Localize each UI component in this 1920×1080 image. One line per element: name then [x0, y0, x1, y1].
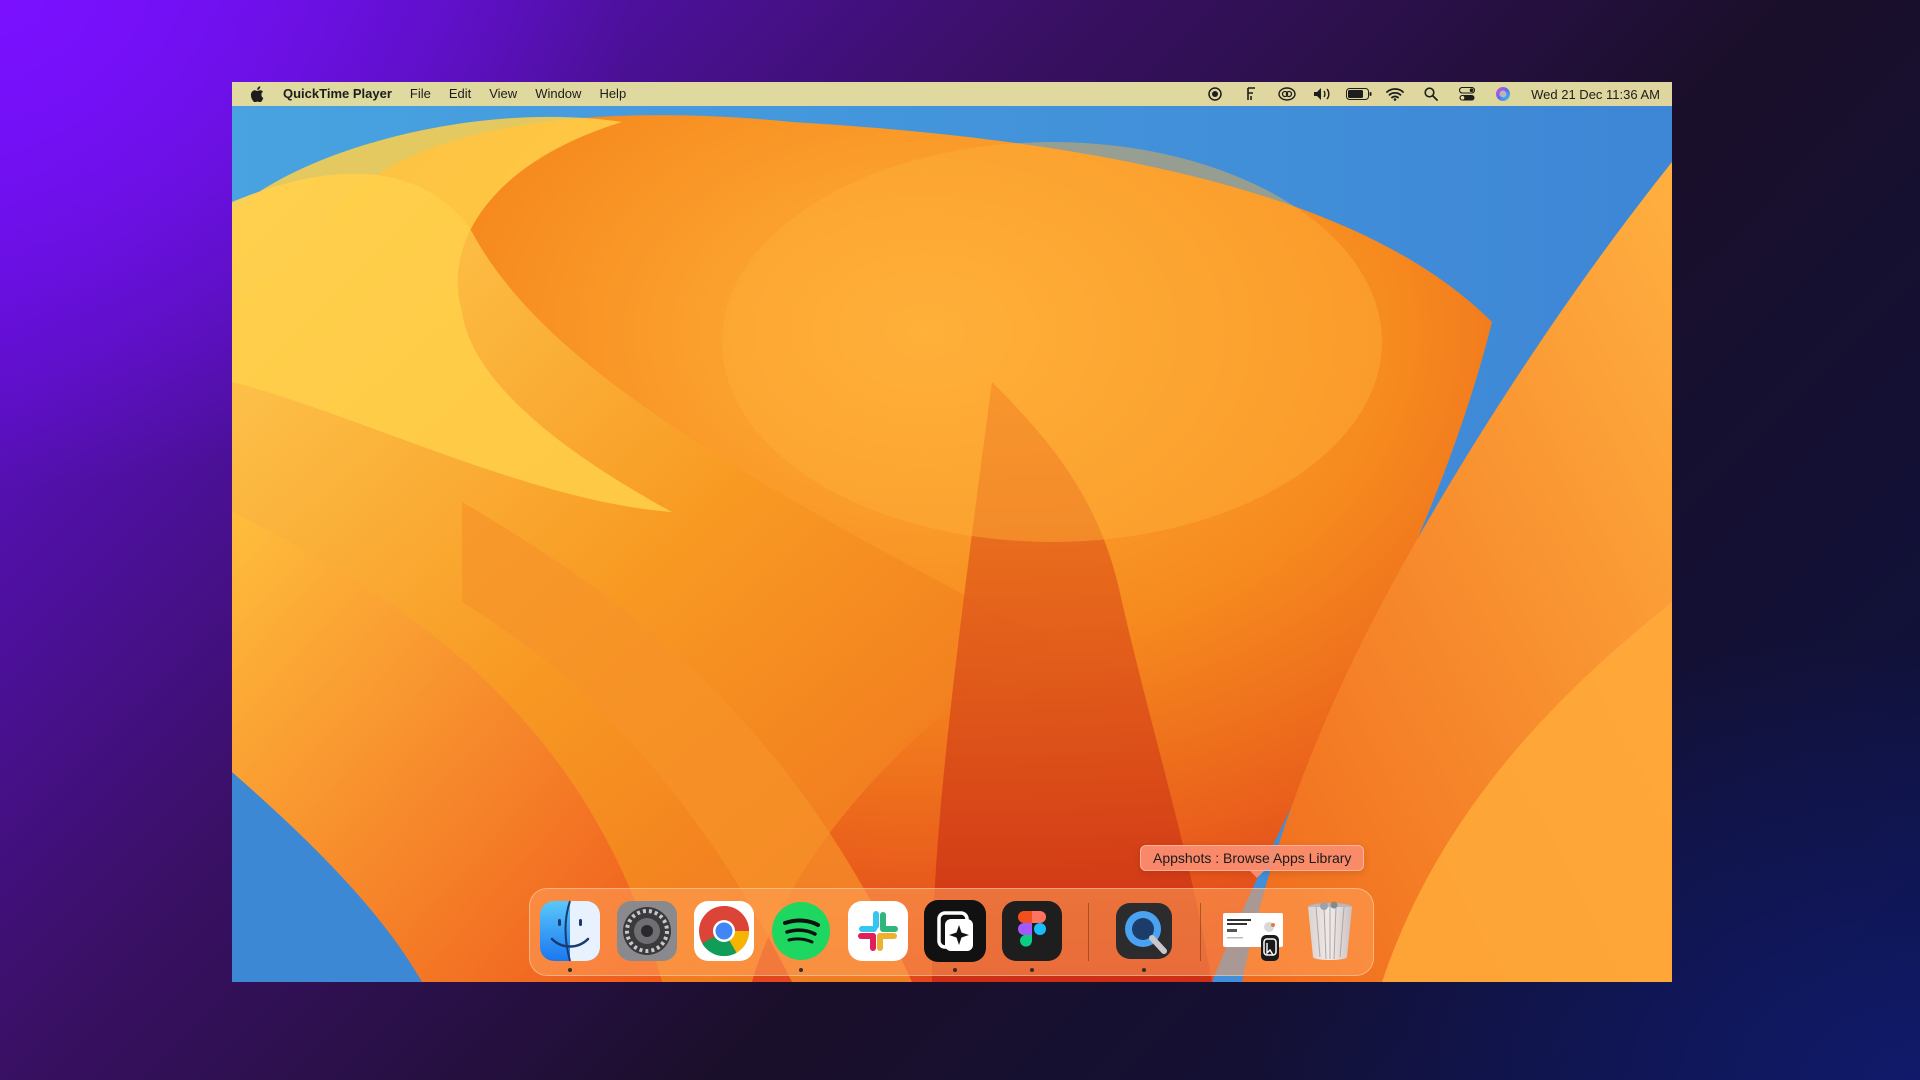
battery-icon[interactable]: [1341, 82, 1377, 106]
menu-edit[interactable]: Edit: [440, 82, 480, 106]
menu-app-name[interactable]: QuickTime Player: [274, 82, 401, 106]
finder-icon: [540, 900, 600, 962]
trash-icon: [1308, 901, 1352, 960]
wallpaper: [232, 82, 1672, 982]
dock-finder[interactable]: [538, 899, 602, 972]
menu-clock[interactable]: Wed 21 Dec 11:36 AM: [1521, 87, 1660, 102]
dock-slack[interactable]: [846, 899, 910, 963]
menu-file[interactable]: File: [401, 82, 440, 106]
siri-icon[interactable]: [1485, 82, 1521, 106]
dock-divider: [1088, 903, 1089, 961]
dock-trash[interactable]: [1298, 899, 1362, 963]
slack-icon: [848, 901, 908, 961]
menu-window[interactable]: Window: [526, 82, 590, 106]
chrome-icon: [694, 901, 754, 961]
gear-icon: [617, 901, 677, 961]
running-indicator: [568, 968, 572, 972]
control-center-icon[interactable]: [1449, 82, 1485, 106]
quicktime-icon: [1116, 903, 1172, 959]
menu-bar: QuickTime Player File Edit View Window H…: [232, 82, 1672, 106]
menu-view[interactable]: View: [480, 82, 526, 106]
spotify-icon: [772, 902, 830, 960]
dock: [529, 888, 1374, 976]
menu-help[interactable]: Help: [590, 82, 635, 106]
apple-menu-icon[interactable]: [250, 86, 274, 102]
dock-spotify[interactable]: [769, 899, 833, 972]
dock-figma[interactable]: [1000, 899, 1064, 972]
dock-tooltip-arrow: [1250, 871, 1264, 878]
desktop-screen: QuickTime Player File Edit View Window H…: [232, 82, 1672, 982]
figma-icon: [1002, 901, 1062, 961]
dock-tooltip: Appshots : Browse Apps Library: [1140, 845, 1365, 871]
running-indicator: [1142, 968, 1146, 972]
dock-divider: [1200, 903, 1201, 961]
dock-quicktime[interactable]: [1112, 899, 1176, 972]
appshots-icon: [924, 900, 986, 962]
search-icon[interactable]: [1413, 82, 1449, 106]
dock-appshots[interactable]: [923, 899, 987, 972]
record-icon[interactable]: [1197, 82, 1233, 106]
dock-system-settings[interactable]: [615, 899, 679, 963]
running-indicator: [799, 968, 803, 972]
document-thumbnail-icon: [1223, 913, 1283, 961]
volume-icon[interactable]: [1305, 82, 1341, 106]
f-icon[interactable]: [1233, 82, 1269, 106]
running-indicator: [1030, 968, 1034, 972]
running-indicator: [953, 968, 957, 972]
dock-document-stack[interactable]: [1221, 899, 1285, 963]
creative-cloud-icon[interactable]: [1269, 82, 1305, 106]
dock-chrome[interactable]: [692, 899, 756, 963]
wifi-icon[interactable]: [1377, 82, 1413, 106]
